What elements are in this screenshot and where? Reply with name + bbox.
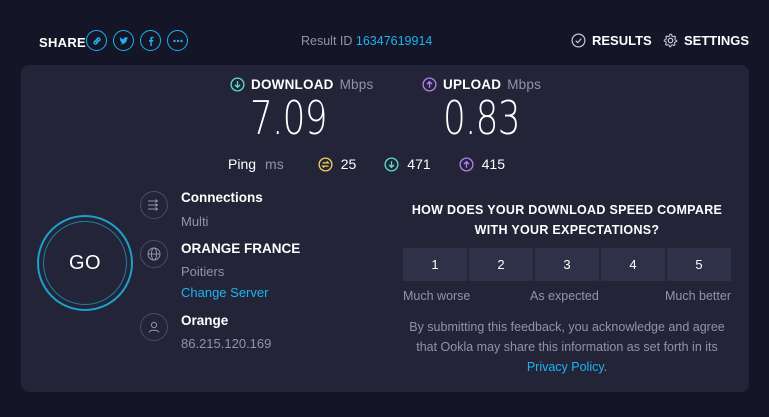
settings-button[interactable]: SETTINGS	[663, 33, 749, 48]
upload-arrow-icon	[422, 77, 437, 92]
rating-button-1[interactable]: 1	[403, 248, 467, 281]
rating-button-4[interactable]: 4	[601, 248, 665, 281]
download-header: DOWNLOAD Mbps	[230, 77, 373, 92]
result-id: Result ID 16347619914	[301, 34, 432, 48]
disclaimer-period: .	[603, 360, 608, 374]
more-icon[interactable]	[167, 30, 188, 51]
settings-label: SETTINGS	[684, 33, 750, 48]
results-button[interactable]: RESULTS	[571, 33, 652, 48]
upload-label: UPLOAD	[443, 77, 502, 92]
ping-upload-value: 415	[481, 156, 505, 172]
twitter-icon[interactable]	[113, 30, 134, 51]
feedback-disclaimer: By submitting this feedback, you acknowl…	[403, 317, 731, 377]
rating-button-2[interactable]: 2	[469, 248, 533, 281]
ping-label: Ping	[228, 156, 257, 172]
upload-header: UPLOAD Mbps	[422, 77, 541, 92]
isp-ip: 86.215.120.169	[181, 336, 272, 351]
upload-latency-icon	[459, 156, 474, 172]
rating-mid-label: As expected	[530, 289, 599, 303]
ping-unit: ms	[265, 156, 284, 172]
ping-download-value: 471	[407, 156, 431, 172]
upload-value: 0.83	[443, 91, 521, 145]
download-value: 7.09	[250, 91, 328, 145]
gear-icon	[663, 33, 678, 48]
go-label: GO	[43, 221, 127, 305]
ping-idle: 25	[318, 156, 357, 172]
server-location: Poitiers	[181, 264, 225, 279]
connections-value: Multi	[181, 214, 209, 229]
rating-button-5[interactable]: 5	[667, 248, 731, 281]
ping-upload: 415	[459, 156, 505, 172]
download-arrow-icon	[230, 77, 245, 92]
feedback-question: HOW DOES YOUR DOWNLOAD SPEED COMPARE WIT…	[411, 203, 723, 237]
result-id-label: Result ID	[301, 34, 353, 48]
download-latency-icon	[384, 156, 399, 172]
user-icon	[140, 313, 168, 341]
rating-high-label: Much better	[664, 289, 731, 303]
check-circle-icon	[571, 33, 586, 48]
globe-icon	[140, 240, 168, 268]
idle-latency-icon	[318, 156, 333, 172]
isp-title: Orange	[181, 313, 229, 328]
privacy-policy-link[interactable]: Privacy Policy	[527, 360, 604, 374]
share-icons	[86, 30, 188, 51]
ping-idle-value: 25	[340, 156, 357, 172]
ping-download: 471	[384, 156, 431, 172]
result-id-value[interactable]: 16347619914	[356, 34, 432, 48]
connections-title: Connections	[181, 190, 263, 205]
results-panel: DOWNLOAD Mbps 7.09 UPLOAD Mbps 0.83 Ping…	[21, 65, 749, 392]
disclaimer-text: By submitting this feedback, you acknowl…	[409, 320, 725, 354]
upload-unit: Mbps	[507, 77, 542, 92]
rating-low-label: Much worse	[403, 289, 471, 303]
facebook-icon[interactable]	[140, 30, 161, 51]
download-unit: Mbps	[339, 77, 374, 92]
ping-row: Ping ms 25 471 415	[228, 156, 533, 172]
change-server-link[interactable]: Change Server	[181, 285, 268, 300]
connections-icon	[140, 191, 168, 219]
top-bar: SHARE Result ID 16347619914 RESULTS SETT…	[0, 0, 769, 64]
rating-button-3[interactable]: 3	[535, 248, 599, 281]
share-label: SHARE	[39, 35, 87, 50]
go-button[interactable]: GO	[37, 215, 133, 311]
server-title: ORANGE FRANCE	[181, 241, 301, 256]
link-icon[interactable]	[86, 30, 107, 51]
results-label: RESULTS	[592, 33, 652, 48]
rating-row: 1 2 3 4 5	[403, 248, 731, 281]
download-label: DOWNLOAD	[251, 77, 334, 92]
